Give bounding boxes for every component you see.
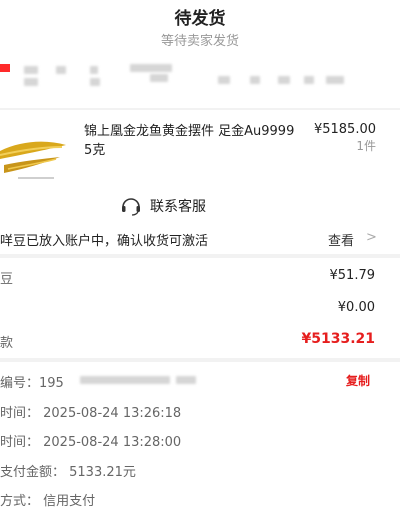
order-status-subtitle: 等待卖家发货 [160,34,239,49]
contact-service-label: 联系客服 [150,199,206,215]
redacted-text [150,74,168,82]
headset-icon [122,198,140,216]
amount-label: 款 [0,336,14,351]
redacted-text [90,78,100,86]
view-link[interactable]: 查看 [328,230,354,249]
redacted-text [218,76,230,84]
amount-value: ¥51.79 [329,268,376,283]
location-marker-icon [0,64,10,72]
redacted-text [90,66,98,74]
redacted-text [56,66,66,74]
redacted-text [278,76,290,84]
redacted-order-number [176,376,196,384]
payment-method: 方式： 信用支付 [0,494,96,509]
redacted-text [326,76,344,84]
product-price: ¥5185.00 [313,122,376,137]
contact-service-button[interactable]: 联系客服 [120,194,280,218]
product-thumbnail[interactable] [0,125,72,185]
points-notice-text: 咩豆已放入账户中，确认收货可激活 [0,234,209,249]
order-number-label: 编号：195 [0,372,64,391]
order-number-label-text: 编号： [0,376,40,391]
redacted-text [250,76,260,84]
pay-time: 时间： 2025-08-24 13:28:00 [0,435,182,450]
copy-button[interactable]: 复制 [346,372,370,389]
product-title[interactable]: 锦上凰金龙鱼黄金摆件 足金Au9999 5克 [84,122,299,160]
amount-label: 豆 [0,272,14,287]
redacted-text [24,66,38,74]
order-status-title: 待发货 [174,9,226,29]
redacted-text [24,78,38,86]
amount-value: ¥0.00 [337,300,375,315]
chevron-right-icon: > [366,230,377,245]
paid-amount: 支付金额： 5133.21元 [0,465,136,480]
product-quantity: 1件 [356,139,376,153]
redacted-text [304,76,314,84]
create-time: 时间： 2025-08-24 13:26:18 [0,406,182,421]
redacted-text [130,64,172,72]
actual-paid-value: ¥5133.21 [301,331,375,347]
order-number-value: 195 [39,376,64,391]
redacted-order-number [80,376,170,384]
